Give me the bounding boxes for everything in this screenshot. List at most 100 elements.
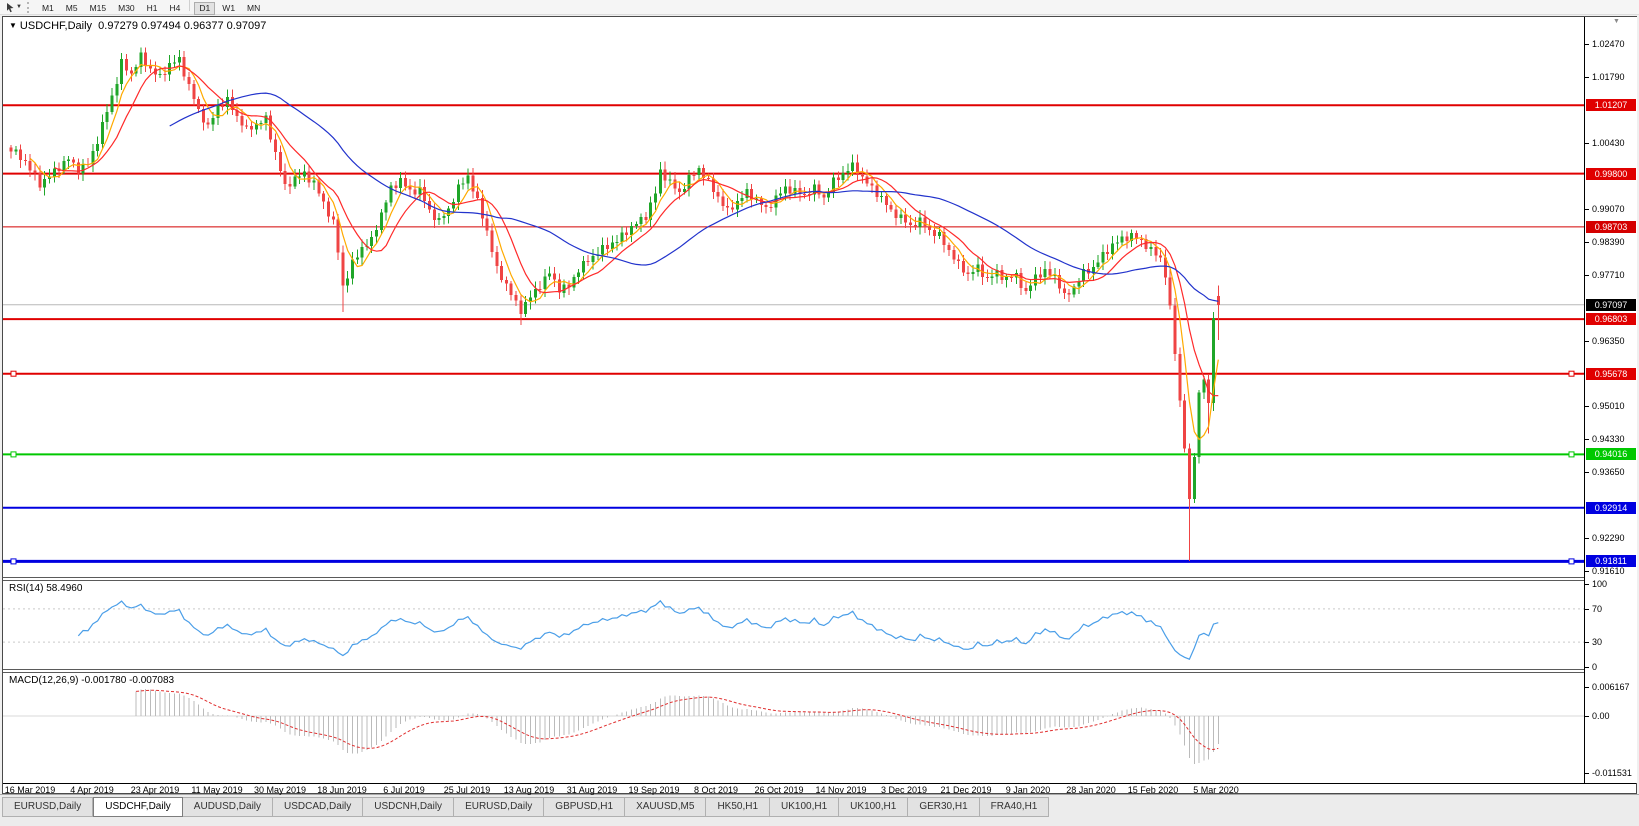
axis-tick — [1585, 143, 1589, 144]
date-tick-label: 8 Oct 2019 — [681, 785, 751, 795]
date-tick-label: 11 May 2019 — [182, 785, 252, 795]
timeframe-button-w1[interactable]: W1 — [217, 2, 240, 15]
date-tick-label: 9 Jan 2020 — [993, 785, 1063, 795]
chart-tab-audusd-daily[interactable]: AUDUSD,Daily — [183, 797, 273, 817]
chart-tab-usdcad-daily[interactable]: USDCAD,Daily — [273, 797, 363, 817]
timeframe-button-h4[interactable]: H4 — [165, 2, 186, 15]
axis-tick — [1585, 209, 1589, 210]
chart-tab-xauusd-m5[interactable]: XAUUSD,M5 — [625, 797, 706, 817]
price-chart-canvas[interactable] — [3, 17, 1584, 577]
price-level-badge: 0.95678 — [1586, 368, 1636, 380]
timeframe-button-m5[interactable]: M5 — [61, 2, 83, 15]
rsi-tick-label: 30 — [1592, 637, 1602, 647]
chevron-down-icon: ▼ — [16, 4, 22, 10]
date-tick-label: 15 Feb 2020 — [1118, 785, 1188, 795]
line-handle[interactable] — [11, 371, 16, 376]
axis-tick — [1585, 773, 1589, 774]
timeframe-button-m1[interactable]: M1 — [37, 2, 59, 15]
price-tick-label: 0.97710 — [1592, 270, 1625, 280]
price-tick-label: 0.92290 — [1592, 533, 1625, 543]
price-tick-label: 0.94330 — [1592, 434, 1625, 444]
axis-tick — [1585, 609, 1589, 610]
date-tick-label: 18 Jun 2019 — [307, 785, 377, 795]
cursor-tool-icon[interactable]: ▼ — [3, 1, 24, 14]
date-tick-label: 5 Mar 2020 — [1181, 785, 1251, 795]
price-tick-label: 1.02470 — [1592, 39, 1625, 49]
rsi-indicator-label: RSI(14) 58.4960 — [9, 583, 82, 594]
chart-tab-usdcnh-daily[interactable]: USDCNH,Daily — [363, 797, 454, 817]
axis-tick — [1585, 472, 1589, 473]
ma-mid-line — [54, 66, 1218, 396]
chart-title: ▼USDCHF,Daily 0.97279 0.97494 0.96377 0.… — [9, 20, 266, 32]
timeframe-button-h1[interactable]: H1 — [142, 2, 163, 15]
time-axis-line — [3, 783, 1636, 784]
current-price-badge: 0.97097 — [1586, 299, 1636, 311]
line-handle[interactable] — [11, 452, 16, 457]
chart-tab-gbpusd-h1[interactable]: GBPUSD,H1 — [544, 797, 625, 817]
axis-tick — [1585, 584, 1589, 585]
macd-signal-line — [136, 690, 1218, 749]
axis-tick — [1585, 667, 1589, 668]
chart-tab-usdchf-daily[interactable]: USDCHF,Daily — [93, 797, 183, 817]
axis-tick — [1585, 716, 1589, 717]
price-level-badge: 0.91811 — [1586, 555, 1636, 567]
rsi-chart-canvas[interactable] — [3, 581, 1584, 669]
line-handle[interactable] — [1569, 371, 1574, 376]
line-handle[interactable] — [1569, 452, 1574, 457]
timeframe-toolbar: ▼ M1M5M15M30H1H4 D1W1MN — [0, 0, 1639, 15]
price-tick-label: 1.00430 — [1592, 138, 1625, 148]
macd-tick-label: -0.011531 — [1592, 768, 1632, 778]
price-tick-label: 0.96350 — [1592, 336, 1625, 346]
chart-tab-ger30-h1[interactable]: GER30,H1 — [908, 797, 979, 817]
axis-tick — [1585, 275, 1589, 276]
chart-tab-hk50-h1[interactable]: HK50,H1 — [706, 797, 770, 817]
date-tick-label: 19 Sep 2019 — [619, 785, 689, 795]
rsi-line — [78, 601, 1218, 659]
chart-tab-uk100-h1[interactable]: UK100,H1 — [770, 797, 839, 817]
date-tick-label: 23 Apr 2019 — [120, 785, 190, 795]
chart-symbol-period: USDCHF,Daily — [20, 20, 92, 32]
macd-tick-label: 0.006167 — [1592, 682, 1630, 692]
toolbar-separator — [189, 0, 190, 11]
chart-tab-eurusd-daily[interactable]: EURUSD,Daily — [2, 797, 93, 817]
macd-chart-canvas[interactable] — [3, 673, 1584, 783]
price-level-badge: 0.92914 — [1586, 502, 1636, 514]
chart-ohlc-values: 0.97279 0.97494 0.96377 0.97097 — [98, 20, 266, 32]
timeframe-button-m30[interactable]: M30 — [113, 2, 140, 15]
axis-tick — [1585, 406, 1589, 407]
timeframe-button-mn[interactable]: MN — [242, 2, 265, 15]
axis-tick — [1585, 642, 1589, 643]
date-tick-label: 3 Dec 2019 — [869, 785, 939, 795]
panel-divider[interactable] — [3, 577, 1636, 581]
price-tick-label: 0.98390 — [1592, 237, 1625, 247]
line-handle[interactable] — [11, 559, 16, 564]
date-tick-label: 26 Oct 2019 — [744, 785, 814, 795]
candlestick-series — [10, 47, 1220, 561]
chart-tab-fra40-h1[interactable]: FRA40,H1 — [980, 797, 1050, 817]
chart-tab-uk100-h1[interactable]: UK100,H1 — [839, 797, 908, 817]
price-tick-label: 1.01790 — [1592, 72, 1625, 82]
timeframe-button-m15[interactable]: M15 — [85, 2, 112, 15]
price-level-badge: 0.94016 — [1586, 448, 1636, 460]
date-tick-label: 28 Jan 2020 — [1056, 785, 1126, 795]
date-tick-label: 30 May 2019 — [245, 785, 315, 795]
date-tick-label: 4 Apr 2019 — [57, 785, 127, 795]
axis-tick — [1585, 341, 1589, 342]
price-level-badge: 0.96803 — [1586, 313, 1636, 325]
panel-divider[interactable] — [3, 669, 1636, 673]
line-handle[interactable] — [1569, 559, 1574, 564]
axis-tick — [1585, 687, 1589, 688]
price-axis[interactable]: 1.02470 1.01790 1.00430 0.99070 0.98390 0.977… — [1584, 17, 1637, 783]
chart-shift-marker[interactable]: ▼ — [1613, 18, 1620, 25]
chart-collapse-arrow[interactable]: ▼ — [9, 21, 17, 30]
date-tick-label: 14 Nov 2019 — [806, 785, 876, 795]
axis-tick — [1585, 77, 1589, 78]
timeframe-button-d1[interactable]: D1 — [194, 2, 215, 15]
price-tick-label: 0.99070 — [1592, 204, 1625, 214]
toolbar-grip — [27, 2, 32, 13]
price-level-badge: 1.01207 — [1586, 99, 1636, 111]
chart-tab-eurusd-daily[interactable]: EURUSD,Daily — [454, 797, 544, 817]
axis-tick — [1585, 242, 1589, 243]
date-tick-label: 31 Aug 2019 — [557, 785, 627, 795]
axis-tick — [1585, 571, 1589, 572]
